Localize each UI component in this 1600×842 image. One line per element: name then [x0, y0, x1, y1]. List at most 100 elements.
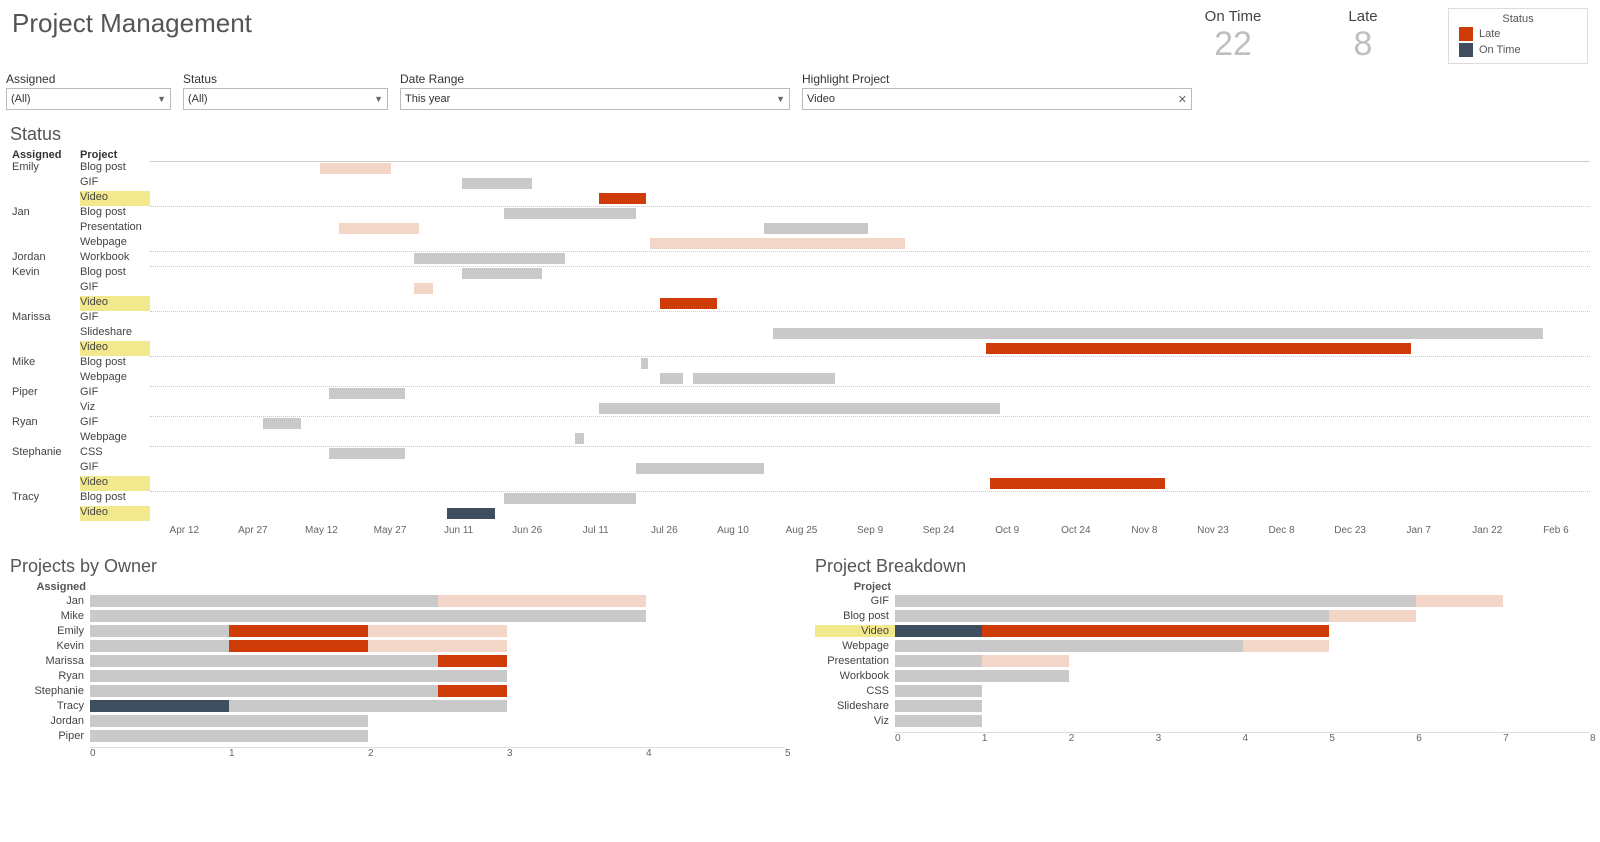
gantt-bar[interactable] [660, 373, 684, 384]
bar-row[interactable]: Marissa [10, 653, 785, 668]
gantt-row[interactable]: JanBlog post [10, 206, 1590, 221]
gantt-bar[interactable] [575, 433, 584, 444]
bar-row[interactable]: Video [815, 623, 1590, 638]
bar-segment[interactable] [368, 625, 507, 637]
project-breakdown-chart[interactable]: Project Breakdown Project GIFBlog postVi… [815, 546, 1590, 759]
gantt-bar[interactable] [636, 463, 763, 474]
gantt-bar[interactable] [447, 508, 494, 519]
gantt-row[interactable]: EmilyBlog post [10, 161, 1590, 176]
bar-segment[interactable] [895, 670, 1069, 682]
bar-row[interactable]: Ryan [10, 668, 785, 683]
filter-status-select[interactable]: (All) ▼ [183, 88, 388, 110]
bar-row[interactable]: Jan [10, 593, 785, 608]
projects-by-owner-chart[interactable]: Projects by Owner Assigned JanMikeEmilyK… [10, 546, 785, 759]
bar-row[interactable]: GIF [815, 593, 1590, 608]
legend-item[interactable]: Late [1459, 27, 1577, 41]
bar-segment[interactable] [229, 640, 368, 652]
bar-segment[interactable] [90, 715, 368, 727]
bar-segment[interactable] [895, 595, 1416, 607]
bar-row[interactable]: Presentation [815, 653, 1590, 668]
filter-daterange-select[interactable]: This year ▼ [400, 88, 790, 110]
bar-segment[interactable] [229, 625, 368, 637]
gantt-bar[interactable] [990, 478, 1165, 489]
gantt-bar[interactable] [504, 208, 636, 219]
bar-segment[interactable] [895, 685, 982, 697]
bar-segment[interactable] [895, 715, 982, 727]
bar-segment[interactable] [90, 730, 368, 742]
gantt-bar[interactable] [339, 223, 419, 234]
bar-row[interactable]: Emily [10, 623, 785, 638]
bar-segment[interactable] [438, 655, 508, 667]
bar-segment[interactable] [895, 625, 982, 637]
bar-segment[interactable] [90, 700, 229, 712]
gantt-bar[interactable] [462, 178, 533, 189]
gantt-row[interactable]: Webpage [10, 236, 1590, 251]
bar-row[interactable]: Stephanie [10, 683, 785, 698]
gantt-chart[interactable]: Assigned Project EmilyBlog postGIFVideoJ… [0, 149, 1600, 536]
bar-segment[interactable] [1416, 595, 1503, 607]
gantt-row[interactable]: Webpage [10, 371, 1590, 386]
gantt-bar[interactable] [599, 193, 646, 204]
bar-row[interactable]: Slideshare [815, 698, 1590, 713]
bar-segment[interactable] [895, 700, 982, 712]
bar-segment[interactable] [90, 595, 438, 607]
gantt-bar[interactable] [764, 223, 868, 234]
gantt-bar[interactable] [773, 328, 1543, 339]
gantt-row[interactable]: GIF [10, 176, 1590, 191]
bar-row[interactable]: Jordan [10, 713, 785, 728]
bar-segment[interactable] [438, 595, 647, 607]
gantt-row[interactable]: KevinBlog post [10, 266, 1590, 281]
gantt-row[interactable]: Video [10, 296, 1590, 311]
gantt-row[interactable]: RyanGIF [10, 416, 1590, 431]
bar-row[interactable]: Workbook [815, 668, 1590, 683]
gantt-bar[interactable] [329, 388, 405, 399]
bar-segment[interactable] [368, 640, 507, 652]
gantt-row[interactable]: PiperGIF [10, 386, 1590, 401]
bar-row[interactable]: CSS [815, 683, 1590, 698]
gantt-bar[interactable] [650, 238, 905, 249]
gantt-bar[interactable] [504, 493, 636, 504]
bar-segment[interactable] [229, 700, 507, 712]
gantt-row[interactable]: Presentation [10, 221, 1590, 236]
bar-segment[interactable] [90, 655, 438, 667]
bar-segment[interactable] [895, 655, 982, 667]
gantt-row[interactable]: GIF [10, 281, 1590, 296]
gantt-row[interactable]: Viz [10, 401, 1590, 416]
gantt-row[interactable]: TracyBlog post [10, 491, 1590, 506]
gantt-row[interactable]: Webpage [10, 431, 1590, 446]
gantt-bar[interactable] [263, 418, 301, 429]
gantt-bar[interactable] [693, 373, 835, 384]
bar-row[interactable]: Viz [815, 713, 1590, 728]
gantt-bar[interactable] [986, 343, 1411, 354]
gantt-row[interactable]: Video [10, 341, 1590, 356]
bar-segment[interactable] [1243, 640, 1330, 652]
bar-row[interactable]: Tracy [10, 698, 785, 713]
clear-icon[interactable]: ✕ [1178, 93, 1187, 106]
gantt-row[interactable]: Slideshare [10, 326, 1590, 341]
filter-highlight-input[interactable]: Video ✕ [802, 88, 1192, 110]
bar-segment[interactable] [895, 610, 1329, 622]
gantt-bar[interactable] [462, 268, 542, 279]
gantt-bar[interactable] [641, 358, 648, 369]
gantt-bar[interactable] [599, 403, 1000, 414]
gantt-bar[interactable] [320, 163, 391, 174]
gantt-bar[interactable] [660, 298, 717, 309]
gantt-row[interactable]: Video [10, 191, 1590, 206]
bar-row[interactable]: Blog post [815, 608, 1590, 623]
gantt-row[interactable]: MikeBlog post [10, 356, 1590, 371]
bar-segment[interactable] [895, 640, 1243, 652]
legend-item[interactable]: On Time [1459, 43, 1577, 57]
bar-segment[interactable] [1329, 610, 1416, 622]
bar-segment[interactable] [90, 610, 646, 622]
filter-assigned-select[interactable]: (All) ▼ [6, 88, 171, 110]
bar-row[interactable]: Webpage [815, 638, 1590, 653]
bar-row[interactable]: Piper [10, 728, 785, 743]
bar-segment[interactable] [90, 625, 229, 637]
gantt-row[interactable]: MarissaGIF [10, 311, 1590, 326]
gantt-bar[interactable] [414, 253, 565, 264]
bar-segment[interactable] [90, 670, 507, 682]
bar-segment[interactable] [982, 655, 1069, 667]
gantt-bar[interactable] [329, 448, 405, 459]
gantt-row[interactable]: Video [10, 506, 1590, 521]
bar-segment[interactable] [982, 625, 1330, 637]
